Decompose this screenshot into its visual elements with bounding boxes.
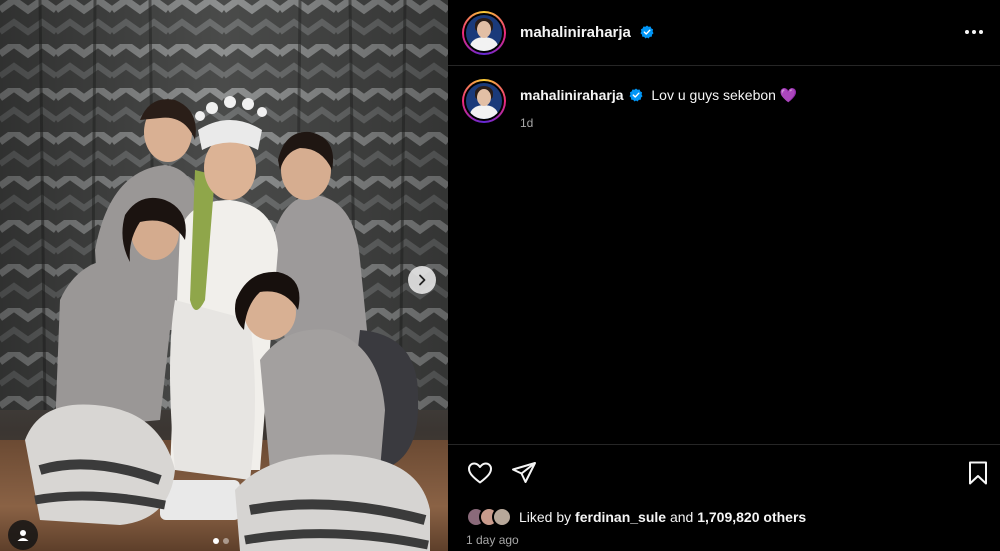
carousel-indicator	[213, 538, 229, 544]
verified-badge-icon	[629, 88, 642, 102]
avatar[interactable]	[462, 10, 506, 55]
heart-icon	[468, 462, 492, 484]
more-options-icon	[965, 30, 969, 34]
share-icon	[512, 462, 536, 483]
carousel-dot-active	[213, 538, 219, 544]
liked-by-others[interactable]: 1,709,820 others	[697, 509, 806, 525]
post-header: mahaliniraharja	[448, 0, 1000, 66]
verified-badge-icon	[640, 25, 654, 39]
user-tag-icon	[17, 530, 29, 541]
liker-avatar	[492, 507, 512, 527]
liked-by-user[interactable]: ferdinan_sule	[575, 509, 666, 525]
liker-avatars	[466, 507, 512, 527]
liked-by-and: and	[669, 509, 694, 525]
like-button[interactable]	[466, 459, 494, 487]
more-options-button[interactable]	[962, 22, 986, 42]
carousel-dot	[223, 538, 229, 544]
user-tags-button[interactable]	[8, 520, 38, 550]
caption-message: Lov u guys sekebon 💜	[651, 87, 798, 103]
carousel-next-button[interactable]	[408, 266, 436, 294]
post-timestamp[interactable]: 1 day ago	[466, 533, 519, 547]
caption-text: mahaliniraharja Lov u guys sekebon 💜	[520, 87, 797, 104]
action-bar: Liked by ferdinan_sule and 1,709,820 oth…	[448, 444, 1000, 551]
caption-username[interactable]: mahaliniraharja	[520, 87, 624, 103]
bookmark-icon	[969, 461, 987, 485]
caption-avatar[interactable]	[462, 79, 506, 123]
likes-summary[interactable]: Liked by ferdinan_sule and 1,709,820 oth…	[466, 507, 806, 527]
post-details-panel: mahaliniraharja mahaliniraharja Lov u gu…	[448, 0, 1000, 551]
share-button[interactable]	[510, 459, 538, 487]
chevron-right-icon	[419, 274, 426, 286]
caption-block: mahaliniraharja Lov u guys sekebon 💜 1d	[462, 79, 797, 130]
save-button[interactable]	[964, 459, 992, 487]
group-of-women	[25, 96, 430, 551]
header-username[interactable]: mahaliniraharja	[520, 24, 654, 41]
liked-by-label: Liked by	[519, 509, 572, 525]
caption-timestamp[interactable]: 1d	[520, 116, 797, 130]
post-photo[interactable]	[0, 0, 448, 551]
